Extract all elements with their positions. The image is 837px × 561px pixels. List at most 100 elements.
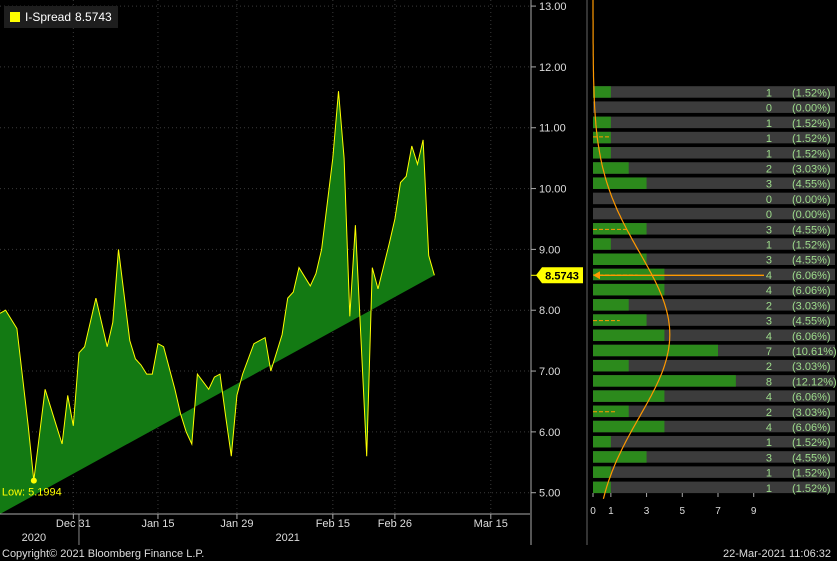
- histogram-bar: [593, 405, 629, 418]
- histogram-percent-label: (4.55%): [792, 255, 831, 267]
- histogram-count-label: 2: [766, 361, 772, 373]
- histogram-count-label: 2: [766, 163, 772, 175]
- histogram-count-label: 0: [766, 209, 772, 221]
- histogram-percent-label: (10.61%): [792, 346, 837, 358]
- x-tick-label: Feb 15: [316, 518, 350, 530]
- histogram-count-label: 1: [766, 240, 772, 252]
- histogram-count-label: 4: [766, 422, 772, 434]
- histogram-count-label: 3: [766, 224, 772, 236]
- histogram-percent-label: (4.55%): [792, 316, 831, 328]
- histogram-count-label: 4: [766, 331, 772, 343]
- histogram-percent-label: (1.52%): [792, 437, 831, 449]
- low-point-marker: [30, 477, 37, 484]
- histogram-count-label: 3: [766, 179, 772, 191]
- x-year-label: 2021: [275, 532, 299, 544]
- histogram-count-label: 1: [766, 118, 772, 130]
- histogram-percent-label: (6.06%): [792, 270, 831, 282]
- histogram-percent-label: (6.06%): [792, 331, 831, 343]
- histogram-percent-label: (12.12%): [792, 376, 837, 388]
- timestamp-text: 22-Mar-2021 11:06:32: [722, 548, 831, 560]
- histogram-percent-label: (3.03%): [792, 163, 831, 175]
- histogram-count-label: 1: [766, 468, 772, 480]
- histogram-percent-label: (0.00%): [792, 209, 831, 221]
- histogram-count-label: 4: [766, 270, 772, 282]
- histogram-percent-label: (3.03%): [792, 361, 831, 373]
- histogram-x-tick-label: 0: [590, 506, 596, 517]
- histogram-bar: [593, 162, 629, 174]
- histogram-bar: [593, 359, 629, 372]
- chart-canvas: 1 (1.52%) 0 (0.00%) 1 (1.52%) 1 (1.52%) 1 (1.52%)…: [0, 0, 837, 545]
- histogram-percent-label: (4.55%): [792, 224, 831, 236]
- histogram-count-label: 3: [766, 255, 772, 267]
- histogram-count-label: 3: [766, 316, 772, 328]
- x-tick-label: Jan 29: [220, 518, 253, 530]
- histogram-bar: [593, 299, 629, 311]
- y-tick-label: 13.00: [539, 1, 567, 13]
- histogram-percent-label: (1.52%): [792, 483, 831, 495]
- histogram-bar: [593, 147, 611, 159]
- legend-series-value: 8.5743: [75, 10, 112, 24]
- y-tick-label: 10.00: [539, 184, 567, 196]
- x-tick-label: Mar 15: [474, 518, 508, 530]
- histogram-percent-label: (0.00%): [792, 194, 831, 206]
- histogram-count-label: 1: [766, 483, 772, 495]
- histogram-percent-label: (3.03%): [792, 300, 831, 312]
- histogram-percent-label: (0.00%): [792, 103, 831, 115]
- histogram-bar: [593, 435, 611, 448]
- histogram-x-tick-label: 1: [608, 506, 614, 517]
- y-tick-label: 5.00: [539, 488, 560, 500]
- histogram-percent-label: (4.55%): [792, 452, 831, 464]
- histogram-percent-label: (1.52%): [792, 118, 831, 130]
- histogram-count-label: 3: [766, 452, 772, 464]
- histogram-percent-label: (6.06%): [792, 392, 831, 404]
- spread-area-fill: [0, 91, 435, 514]
- histogram-percent-label: (3.03%): [792, 407, 831, 419]
- legend[interactable]: I-Spread 8.5743: [4, 6, 118, 28]
- histogram-x-tick-label: 3: [644, 506, 650, 517]
- histogram-count-label: 4: [766, 285, 772, 297]
- y-tick-label: 9.00: [539, 244, 560, 256]
- histogram-bar: [593, 375, 736, 387]
- histogram-percent-label: (1.52%): [792, 133, 831, 145]
- x-tick-label: Feb 26: [378, 518, 412, 530]
- y-tick-label: 6.00: [539, 427, 560, 439]
- histogram-count-label: 1: [766, 437, 772, 449]
- histogram-bar: [593, 283, 665, 296]
- histogram-count-label: 2: [766, 407, 772, 419]
- histogram-bar: [593, 466, 611, 478]
- histogram-bar: [593, 420, 665, 433]
- histogram-bar: [593, 86, 611, 98]
- histogram-bar: [593, 131, 611, 144]
- histogram-percent-label: (6.06%): [792, 422, 831, 434]
- low-label: Low: 5.1994: [2, 487, 62, 499]
- histogram-count-label: 2: [766, 300, 772, 312]
- histogram-count-label: 8: [766, 376, 772, 388]
- histogram-bar: [593, 177, 647, 189]
- y-tick-label: 8.00: [539, 305, 560, 317]
- histogram-x-tick-label: 7: [715, 506, 721, 517]
- histogram-percent-label: (1.52%): [792, 468, 831, 480]
- histogram-bar: [593, 253, 647, 265]
- histogram-x-tick-label: 9: [751, 506, 757, 517]
- x-tick-label: Jan 15: [141, 518, 174, 530]
- y-tick-label: 7.00: [539, 366, 560, 378]
- histogram-count-label: 1: [766, 87, 772, 99]
- histogram-percent-label: (1.52%): [792, 240, 831, 252]
- histogram-count-label: 1: [766, 133, 772, 145]
- histogram-bar: [593, 390, 665, 402]
- spread-area: [0, 91, 435, 514]
- x-tick-label: Dec 31: [56, 518, 91, 530]
- histogram-count-label: 0: [766, 194, 772, 206]
- copyright-text: Copyright© 2021 Bloomberg Finance L.P.: [2, 548, 205, 560]
- histogram-bar: [593, 344, 718, 357]
- y-tick-label: 12.00: [539, 62, 567, 74]
- histogram-count-label: 4: [766, 392, 772, 404]
- last-value-label: 8.5743: [545, 270, 579, 282]
- histogram-percent-label: (6.06%): [792, 285, 831, 297]
- histogram-count-label: 7: [766, 346, 772, 358]
- y-tick-label: 11.00: [539, 123, 566, 135]
- legend-swatch: [10, 12, 20, 22]
- histogram-count-label: 1: [766, 148, 772, 160]
- histogram-bar: [593, 238, 611, 250]
- histogram-bar: [593, 329, 665, 342]
